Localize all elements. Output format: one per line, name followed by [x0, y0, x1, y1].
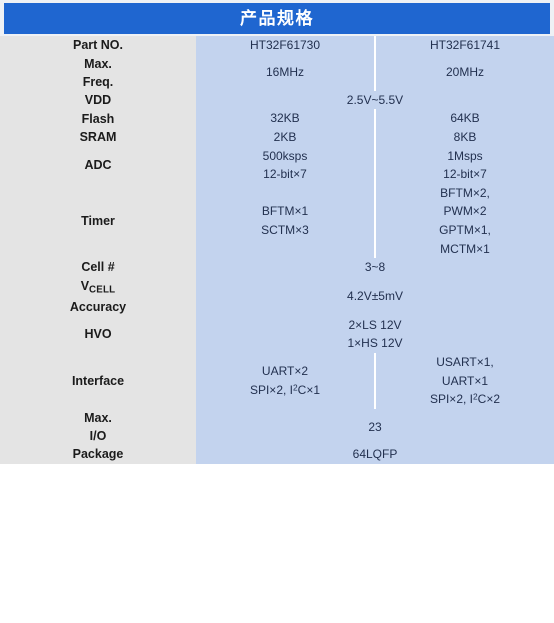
cell-interface-b: USART×1, UART×1 SPI×2, I2C×2	[375, 352, 554, 409]
row-label-max-io: Max. I/O	[0, 408, 196, 445]
row-label-vdd: VDD	[0, 90, 196, 110]
row-label-max-freq-line2: Freq.	[82, 74, 114, 89]
table-row: Timer BFTM×1 SCTM×3 BFTM×2, PWM×2 GPTM×1…	[0, 183, 554, 259]
row-label-adc: ADC	[0, 146, 196, 184]
cell-package-merged: 64LQFP	[196, 444, 554, 464]
cell-timer-a: BFTM×1 SCTM×3	[196, 183, 376, 259]
cell-hvo-merged: 2×LS 12V 1×HS 12V	[196, 315, 554, 353]
cell-adc-a-line1: 500ksps	[262, 148, 308, 163]
header-banner: 产品规格	[0, 0, 554, 36]
cell-timer-b-line4: MCTM×1	[440, 241, 490, 256]
table-row: Flash 32KB 64KB	[0, 109, 554, 129]
vcell-main: V	[80, 278, 90, 293]
cell-interface-b-line3: SPI×2, I2C×2	[376, 390, 554, 409]
interface-a-spi: SPI×2, I	[249, 382, 293, 397]
row-label-timer: Timer	[0, 183, 196, 259]
table-row: HVO 2×LS 12V 1×HS 12V	[0, 315, 554, 353]
cell-vcell-accuracy-merged: 4.2V±5mV	[196, 276, 554, 316]
cell-max-freq-b: 20MHz	[375, 54, 554, 91]
row-label-interface: Interface	[0, 352, 196, 409]
cell-timer-b-line2: PWM×2	[443, 204, 487, 219]
cell-adc-b: 1Msps 12-bit×7	[375, 146, 554, 184]
cell-sram-a: 2KB	[196, 128, 376, 147]
product-spec-sheet: 产品规格 Part NO. HT32F61730 HT32F61741 Max.…	[0, 0, 554, 623]
row-label-part-no: Part NO.	[0, 36, 196, 55]
cell-adc-a: 500ksps 12-bit×7	[196, 146, 376, 184]
interface-a-c: C×1	[297, 382, 321, 397]
table-row: SRAM 2KB 8KB	[0, 128, 554, 147]
cell-interface-b-line1: USART×1,	[436, 354, 494, 369]
cell-adc-a-line2: 12-bit×7	[263, 167, 307, 182]
row-label-cell-count: Cell #	[0, 258, 196, 277]
table-row: Package 64LQFP	[0, 444, 554, 464]
cell-timer-a-line2: SCTM×3	[261, 223, 309, 237]
row-label-max-freq: Max. Freq.	[0, 54, 196, 91]
row-label-vcell-line1: VCELL	[0, 277, 196, 298]
row-label-package: Package	[0, 444, 196, 464]
table-row: ADC 500ksps 12-bit×7 1Msps 12-bit×7	[0, 146, 554, 184]
cell-part-no-b: HT32F61741	[375, 36, 554, 55]
cell-vdd-merged: 2.5V~5.5V	[196, 90, 554, 110]
interface-b-spi: SPI×2, I	[429, 392, 473, 407]
cell-cell-count-merged: 3~8	[196, 258, 554, 277]
cell-interface-a: UART×2 SPI×2, I2C×1	[196, 352, 376, 409]
table-row: Max. Freq. 16MHz 20MHz	[0, 54, 554, 91]
specification-table: Part NO. HT32F61730 HT32F61741 Max. Freq…	[0, 36, 554, 464]
table-row: Max. I/O 23	[0, 408, 554, 445]
row-label-vcell-accuracy: VCELL Accuracy	[0, 276, 196, 316]
interface-b-c: C×2	[477, 392, 501, 407]
cell-timer-b-line3: GPTM×1,	[439, 223, 491, 237]
table-row: VCELL Accuracy 4.2V±5mV	[0, 276, 554, 316]
row-label-hvo: HVO	[0, 315, 196, 353]
row-label-vcell-line2: Accuracy	[69, 299, 127, 314]
table-row: Part NO. HT32F61730 HT32F61741	[0, 36, 554, 55]
page-title: 产品规格	[240, 9, 314, 28]
cell-interface-a-line1: UART×2	[261, 364, 309, 379]
cell-adc-b-line1: 1Msps	[447, 148, 483, 163]
table-row: Interface UART×2 SPI×2, I2C×1 USART×1, U…	[0, 352, 554, 409]
cell-adc-b-line2: 12-bit×7	[443, 167, 487, 182]
cell-interface-b-line2: UART×1	[441, 373, 489, 388]
row-label-max-io-line1: Max.	[84, 410, 112, 425]
cell-sram-b: 8KB	[375, 128, 554, 147]
cell-hvo-line2: 1×HS 12V	[347, 336, 403, 351]
cell-max-freq-a: 16MHz	[196, 54, 376, 91]
row-label-sram: SRAM	[0, 128, 196, 147]
cell-timer-b-line1: BFTM×2,	[440, 185, 490, 200]
cell-part-no-a: HT32F61730	[196, 36, 376, 55]
table-row: VDD 2.5V~5.5V	[0, 90, 554, 110]
cell-interface-a-line2: SPI×2, I2C×1	[196, 381, 374, 400]
cell-flash-b: 64KB	[375, 109, 554, 129]
row-label-flash: Flash	[0, 109, 196, 129]
header-banner-fill: 产品规格	[4, 3, 550, 34]
cell-hvo-line1: 2×LS 12V	[348, 317, 402, 332]
cell-timer-b: BFTM×2, PWM×2 GPTM×1, MCTM×1	[375, 183, 554, 259]
cell-flash-a: 32KB	[196, 109, 376, 129]
vcell-subscript: CELL	[89, 284, 116, 296]
cell-timer-a-line1: BFTM×1	[261, 204, 309, 219]
row-label-max-freq-line1: Max.	[84, 56, 112, 71]
row-label-max-io-line2: I/O	[89, 428, 107, 443]
cell-max-io-merged: 23	[196, 408, 554, 445]
table-row: Cell # 3~8	[0, 258, 554, 277]
